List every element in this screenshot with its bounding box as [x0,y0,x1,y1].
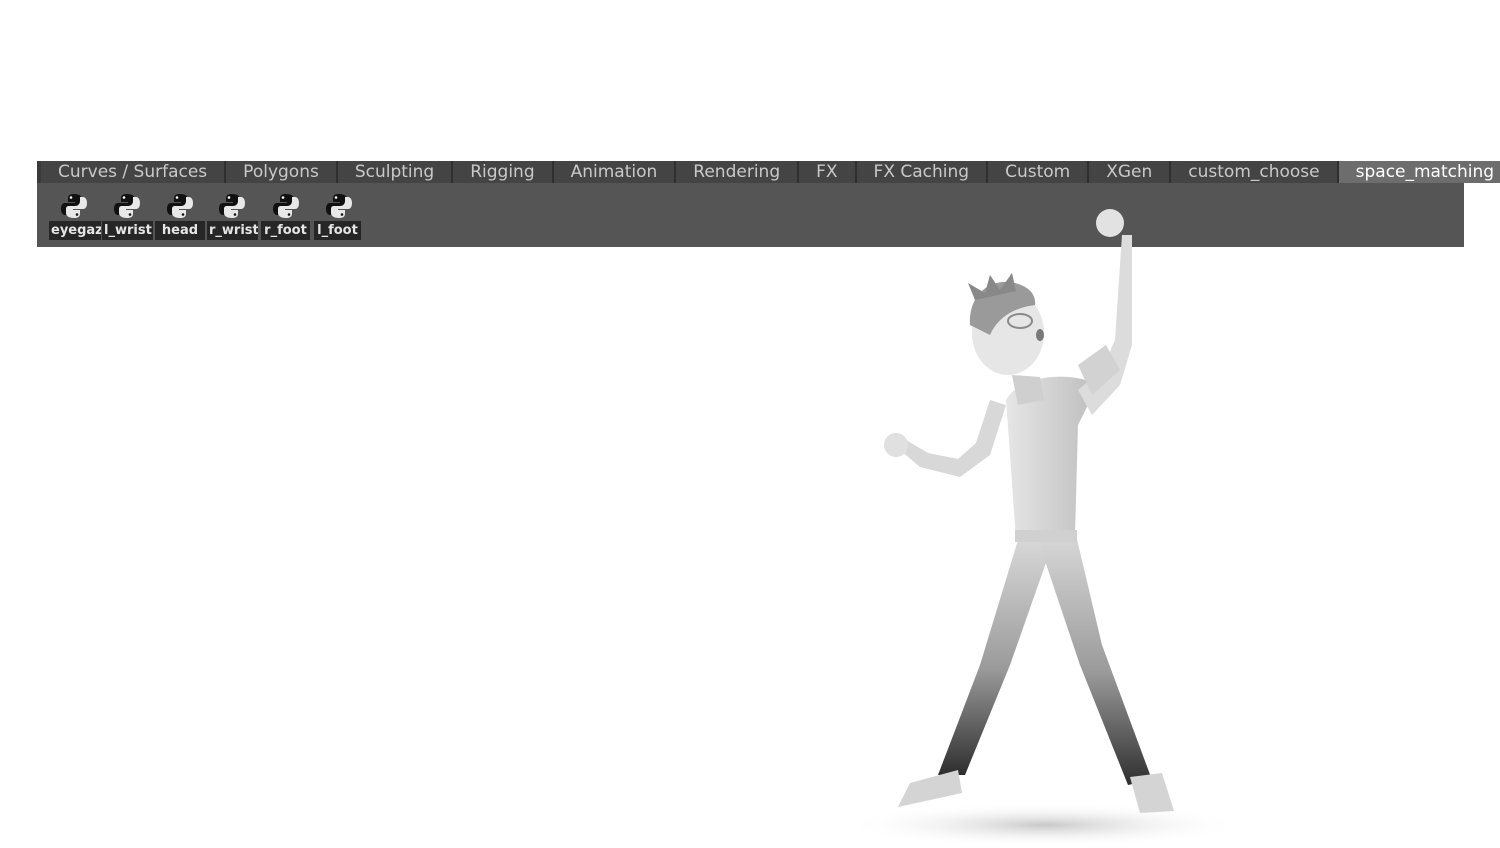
tab-rendering[interactable]: Rendering [676,161,800,183]
python-icon [273,194,299,218]
shelf-button-head[interactable]: head [155,189,207,241]
shelf-button-label: head [155,221,205,240]
python-icon [326,194,352,218]
shelf-tab-bar: Curves / Surfaces Polygons Sculpting Rig… [37,161,1500,183]
tab-space-matching[interactable]: space_matching [1338,161,1500,183]
tab-polygons[interactable]: Polygons [226,161,338,183]
shelf-button-label: eyegaz [49,221,101,240]
python-icon [114,194,140,218]
tab-custom[interactable]: Custom [988,161,1090,183]
shelf-button-l-foot[interactable]: l_foot [314,189,366,241]
tab-fx[interactable]: FX [799,161,857,183]
shelf-button-label: r_wrist [207,221,258,240]
tab-rigging[interactable]: Rigging [453,161,554,183]
tab-custom-choose[interactable]: custom_choose [1171,161,1339,183]
shelf-button-label: r_foot [261,221,310,240]
python-icon [219,194,245,218]
character-render [840,195,1260,847]
shelf-button-r-foot[interactable]: r_foot [261,189,313,241]
shelf-button-r-wrist[interactable]: r_wrist [207,189,259,241]
shelf-button-label: l_wrist [102,221,153,240]
python-icon [167,194,193,218]
python-icon [61,194,87,218]
tab-sculpting[interactable]: Sculpting [338,161,454,183]
tab-animation[interactable]: Animation [554,161,677,183]
shelf-button-l-wrist[interactable]: l_wrist [102,189,154,241]
shelf-button-eyegaz[interactable]: eyegaz [49,189,101,241]
tab-curves-surfaces[interactable]: Curves / Surfaces [41,161,227,183]
tab-fx-caching[interactable]: FX Caching [857,161,989,183]
shelf-button-label: l_foot [314,221,361,240]
character-figure-image [845,209,1245,847]
tab-xgen[interactable]: XGen [1089,161,1172,183]
